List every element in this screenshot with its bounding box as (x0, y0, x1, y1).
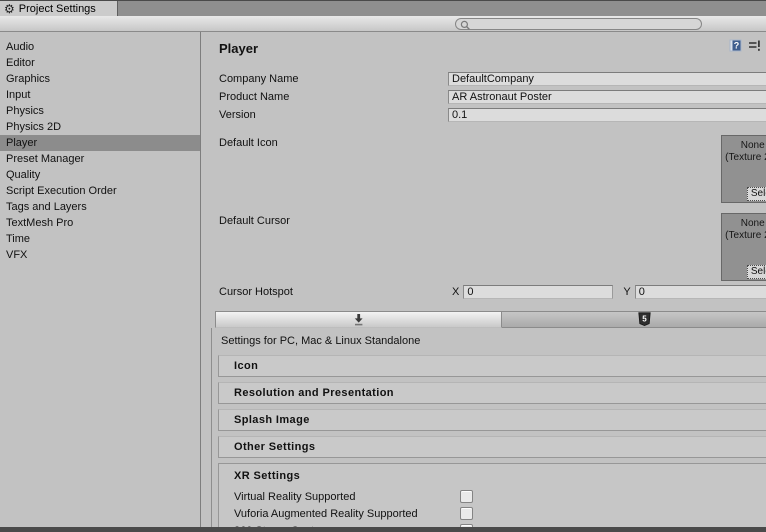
page-title: Player (219, 41, 259, 56)
virtual-reality-supported-label: Virtual Reality Supported (234, 490, 356, 503)
sidebar-item-player[interactable]: Player (0, 135, 200, 151)
section-header-splash-image[interactable]: Splash Image (218, 409, 766, 431)
search-input[interactable] (472, 19, 692, 29)
standalone-download-icon (354, 314, 363, 326)
sidebar-item-quality[interactable]: Quality (0, 167, 200, 183)
project-settings-window: ⚙ Project Settings Audio Editor Graphics… (0, 0, 766, 532)
window-tab-project-settings[interactable]: ⚙ Project Settings (0, 1, 118, 17)
cursor-hotspot-x-label: X (452, 286, 460, 298)
platform-tab-standalone[interactable] (215, 311, 502, 328)
window-title-strip: ⚙ Project Settings (0, 0, 766, 17)
sidebar-item-physics-2d[interactable]: Physics 2D (0, 119, 200, 135)
company-name-label: Company Name (219, 73, 299, 85)
sidebar-item-physics[interactable]: Physics (0, 103, 200, 119)
product-name-label: Product Name (219, 91, 290, 103)
sidebar-item-tags-and-layers[interactable]: Tags and Layers (0, 199, 200, 215)
company-name-row: Company Name (219, 72, 766, 86)
sidebar-item-editor[interactable]: Editor (0, 55, 200, 71)
cursor-hotspot-x-input[interactable] (463, 285, 614, 299)
cursor-hotspot-y-label: Y (623, 286, 631, 298)
vuforia-augmented-reality-supported-label: Vuforia Augmented Reality Supported (234, 507, 418, 520)
virtual-reality-supported-row: Virtual Reality Supported (219, 488, 766, 505)
default-cursor-row: Default Cursor None (Texture 2D) Select (219, 213, 766, 281)
product-name-input[interactable] (448, 90, 766, 104)
sidebar-item-vfx[interactable]: VFX (0, 247, 200, 263)
default-icon-picker[interactable]: None (Texture 2D) Select (720, 135, 766, 203)
header-icons: ? ⚙▾ (729, 39, 766, 52)
default-cursor-none-text: None (Texture 2D) (725, 218, 766, 241)
svg-text:5: 5 (642, 315, 647, 324)
platform-settings-heading: Settings for PC, Mac & Linux Standalone (221, 335, 421, 347)
default-cursor-picker[interactable]: None (Texture 2D) Select (720, 213, 766, 281)
vuforia-augmented-reality-supported-checkbox[interactable] (460, 507, 473, 520)
cursor-hotspot-label: Cursor Hotspot (219, 286, 293, 298)
sidebar-item-audio[interactable]: Audio (0, 39, 200, 55)
version-input[interactable] (448, 108, 766, 122)
sidebar-item-script-execution-order[interactable]: Script Execution Order (0, 183, 200, 199)
main-area: Audio Editor Graphics Input Physics Phys… (0, 32, 766, 532)
vuforia-augmented-reality-supported-row: Vuforia Augmented Reality Supported (219, 505, 766, 522)
default-cursor-label: Default Cursor (219, 215, 290, 227)
sidebar-item-textmesh-pro[interactable]: TextMesh Pro (0, 215, 200, 231)
svg-text:?: ? (734, 41, 740, 51)
window-bottom-edge (0, 527, 766, 532)
window-tab-title: Project Settings (18, 3, 96, 15)
section-header-resolution-and-presentation[interactable]: Resolution and Presentation (218, 382, 766, 404)
cursor-hotspot-row: Cursor Hotspot X Y (219, 285, 766, 299)
presets-icon[interactable] (748, 39, 761, 52)
platform-settings-box: Settings for PC, Mac & Linux Standalone … (211, 328, 766, 532)
settings-gear-icon: ⚙ (4, 2, 15, 16)
html5-icon: 5 (638, 312, 651, 327)
cursor-hotspot-y-input[interactable] (634, 285, 766, 299)
platform-tab-webgl[interactable]: 5 (501, 311, 766, 328)
xr-settings-section: XR Settings Virtual Reality Supported Vu… (218, 463, 766, 532)
search-field[interactable] (455, 18, 702, 30)
virtual-reality-supported-checkbox[interactable] (460, 490, 473, 503)
section-header-icon[interactable]: Icon (218, 355, 766, 377)
default-icon-none-text: None (Texture 2D) (725, 140, 766, 163)
default-icon-select-button[interactable]: Select (746, 187, 766, 201)
player-settings-panel: Player ? Company Name DefaultCompany Pro… (201, 32, 766, 532)
search-icon (460, 20, 470, 30)
default-cursor-select-button[interactable]: Select (746, 265, 766, 279)
section-header-other-settings[interactable]: Other Settings (218, 436, 766, 458)
company-name-input[interactable] (448, 72, 766, 86)
version-label: Version (219, 109, 256, 121)
sidebar-item-time[interactable]: Time (0, 231, 200, 247)
default-icon-row: Default Icon None (Texture 2D) Select (219, 135, 766, 203)
platform-tabbar: 5 (215, 311, 766, 328)
sidebar-item-preset-manager[interactable]: Preset Manager (0, 151, 200, 167)
product-name-row: Product Name (219, 90, 766, 104)
section-header-xr-settings[interactable]: XR Settings (219, 464, 766, 488)
default-icon-label: Default Icon (219, 137, 278, 149)
sidebar-item-input[interactable]: Input (0, 87, 200, 103)
toolbar (0, 16, 766, 32)
settings-category-list: Audio Editor Graphics Input Physics Phys… (0, 32, 201, 527)
version-row: Version (219, 108, 766, 122)
help-icon[interactable]: ? (729, 39, 742, 52)
sidebar-item-graphics[interactable]: Graphics (0, 71, 200, 87)
